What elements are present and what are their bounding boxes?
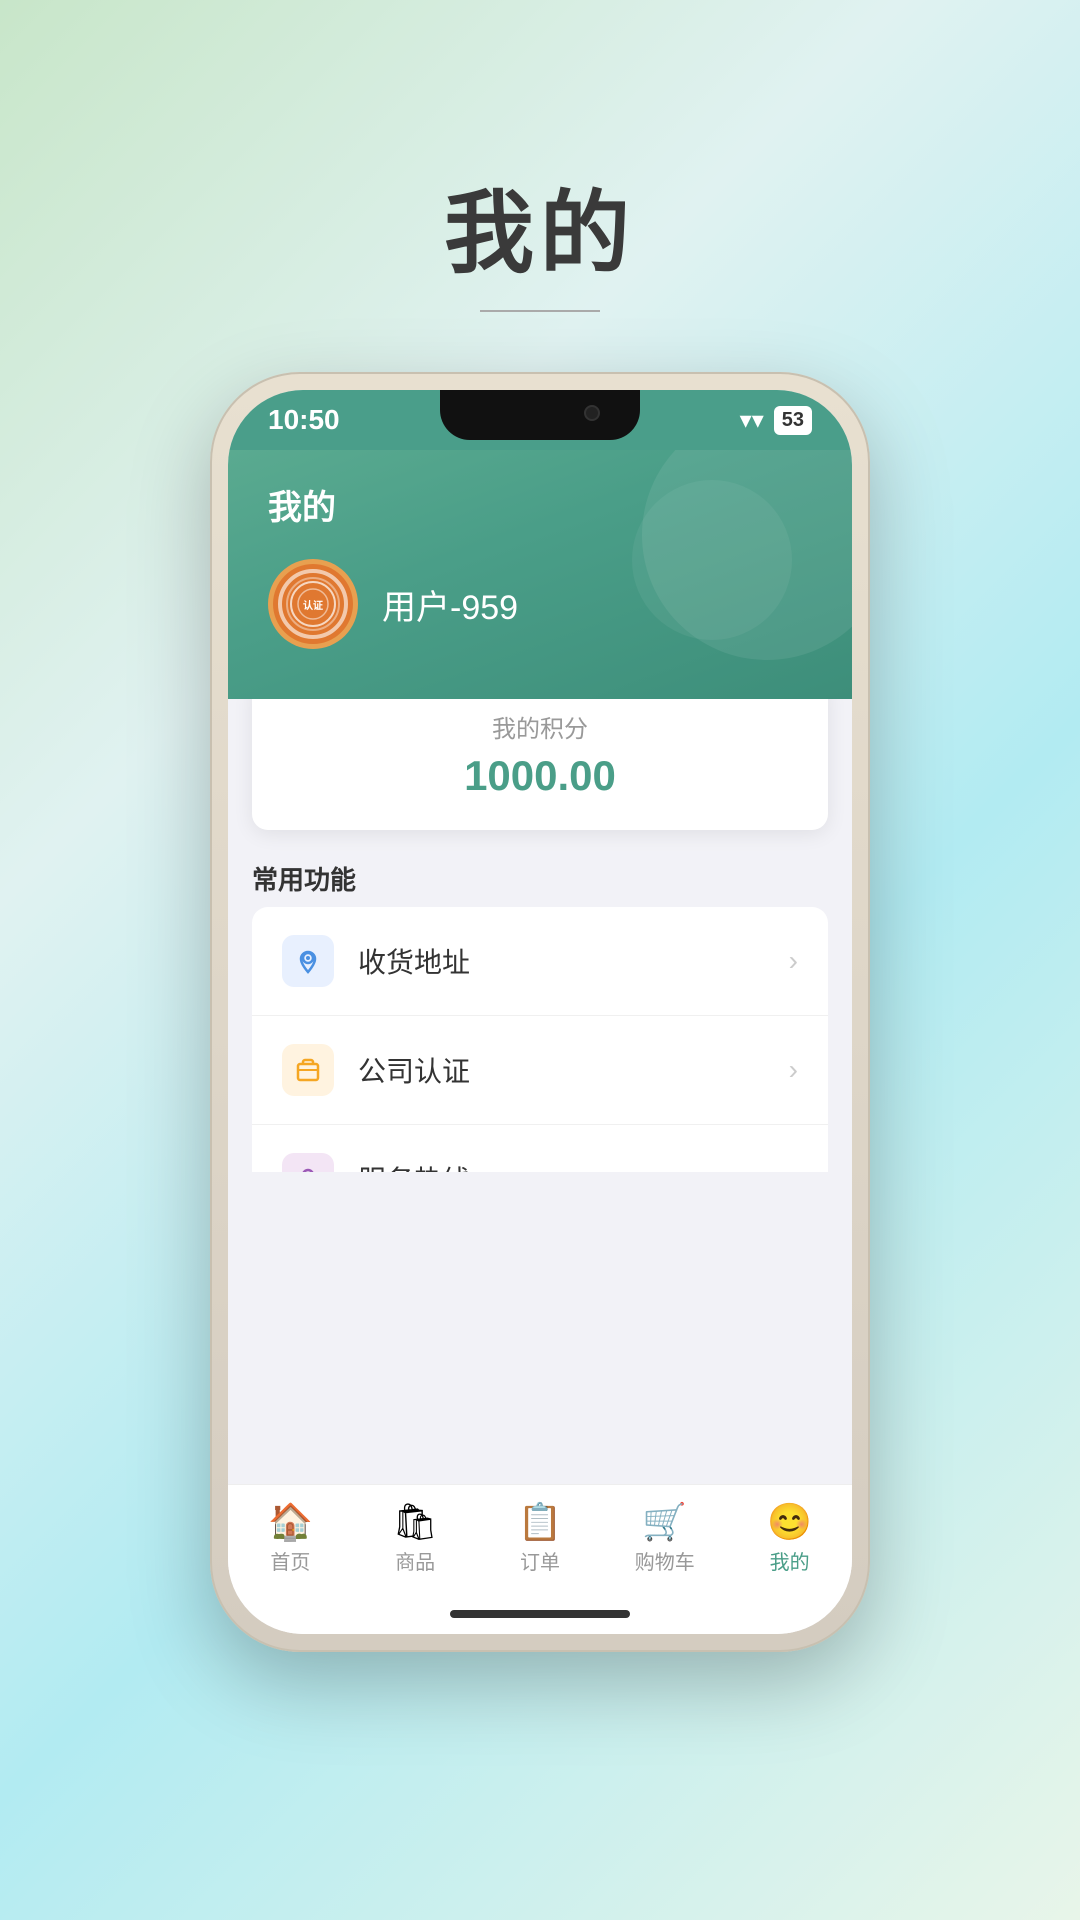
nav-item-mine[interactable]: 😊 我的 [740, 1504, 840, 1575]
home-button-area [228, 1594, 852, 1634]
status-icons: ▾▾ 53 [740, 406, 812, 435]
points-value: 1000.00 [282, 752, 798, 800]
address-icon [282, 935, 334, 987]
products-nav-icon: 🛍 [392, 1504, 438, 1540]
bottom-nav: 🏠 首页 🛍 商品 📋 订单 🛒 购物车 😊 我的 [228, 1484, 852, 1594]
home-nav-label: 首页 [270, 1546, 310, 1575]
user-info: 认证 用户-959 [268, 559, 812, 649]
header-title: 我的 [268, 480, 812, 529]
cart-nav-label: 购物车 [635, 1546, 695, 1575]
home-button [450, 1610, 630, 1618]
service-label: 服务热线 [358, 1159, 789, 1172]
service-arrow: › [789, 1163, 798, 1172]
phone-inner: 10:50 ▾▾ 53 我的 [228, 390, 852, 1634]
page-title: 我的 [444, 160, 636, 290]
menu-section: 常用功能 收货地址 › 公司认证 › [252, 860, 828, 1172]
svg-text:认证: 认证 [303, 599, 323, 612]
menu-item-company[interactable]: 公司认证 › [252, 1016, 828, 1125]
mine-nav-icon: 😊 [767, 1504, 812, 1540]
battery-indicator: 53 [774, 406, 812, 435]
status-time: 10:50 [268, 404, 340, 436]
nav-item-products[interactable]: 🛍 商品 [365, 1504, 465, 1575]
menu-section-title: 常用功能 [252, 860, 828, 897]
mine-nav-label: 我的 [770, 1546, 810, 1575]
app-content: 我的 认证 用户-959 [228, 450, 852, 1634]
status-bar: 10:50 ▾▾ 53 [228, 390, 852, 450]
company-arrow: › [789, 1054, 798, 1086]
home-nav-icon: 🏠 [268, 1504, 313, 1540]
camera-icon [584, 405, 600, 421]
username: 用户-959 [382, 580, 518, 629]
notch [440, 390, 640, 440]
nav-item-home[interactable]: 🏠 首页 [240, 1504, 340, 1575]
address-arrow: › [789, 945, 798, 977]
service-icon [282, 1153, 334, 1172]
wifi-icon: ▾▾ [740, 406, 764, 435]
app-header: 我的 认证 用户-959 [228, 450, 852, 699]
page-title-area: 我的 [444, 160, 636, 312]
points-label: 我的积分 [282, 709, 798, 744]
menu-list: 收货地址 › 公司认证 › 服务热线 [252, 907, 828, 1172]
orders-nav-label: 订单 [520, 1546, 560, 1575]
page-title-divider [480, 310, 600, 312]
company-label: 公司认证 [358, 1050, 789, 1090]
products-nav-label: 商品 [395, 1546, 435, 1575]
cart-nav-icon: 🛒 [642, 1504, 687, 1540]
content-spacer [228, 1172, 852, 1484]
menu-item-address[interactable]: 收货地址 › [252, 907, 828, 1016]
company-icon [282, 1044, 334, 1096]
menu-item-service[interactable]: 服务热线 › [252, 1125, 828, 1172]
phone-shell: 10:50 ▾▾ 53 我的 [210, 372, 870, 1652]
avatar-seal-icon: 认证 [288, 579, 338, 629]
avatar: 认证 [268, 559, 358, 649]
orders-nav-icon: 📋 [518, 1504, 563, 1540]
nav-item-orders[interactable]: 📋 订单 [490, 1504, 590, 1575]
address-label: 收货地址 [358, 941, 789, 981]
nav-item-cart[interactable]: 🛒 购物车 [615, 1504, 715, 1575]
points-card: 我的积分 1000.00 [252, 679, 828, 830]
